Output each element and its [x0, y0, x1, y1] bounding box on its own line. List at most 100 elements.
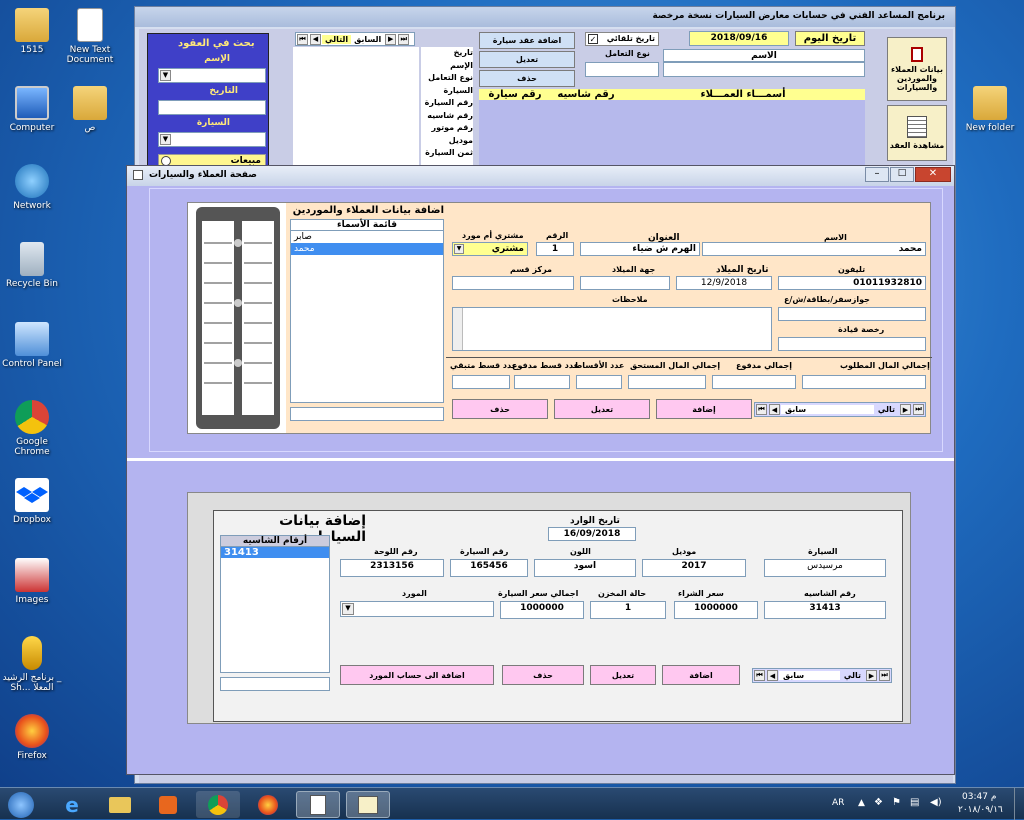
add-car-button[interactable]: اضافة — [662, 665, 740, 685]
desktop-icon-recycle-bin[interactable]: Recycle Bin — [0, 242, 64, 289]
chevron-down-icon[interactable]: ▼ — [160, 134, 171, 145]
car-field[interactable]: مرسيدس — [764, 559, 886, 577]
passport-field[interactable] — [778, 307, 926, 321]
arrival-date-field[interactable]: 16/09/2018 — [548, 527, 636, 541]
next-record-icon[interactable]: ▶ — [385, 33, 397, 45]
checkbox-checked-icon[interactable]: ✓ — [588, 34, 598, 44]
list-item-selected[interactable]: 31413 — [221, 547, 329, 558]
list-item-selected[interactable]: محمد — [291, 243, 443, 255]
car-no-field[interactable]: 165456 — [450, 559, 528, 577]
stock-status-field[interactable]: 1 — [590, 601, 666, 619]
edit-car-button[interactable]: تعديل — [590, 665, 656, 685]
police-station-field[interactable] — [452, 276, 574, 290]
last-record-icon[interactable]: ⏭ — [398, 33, 410, 45]
start-button[interactable] — [2, 791, 40, 818]
customer-search-field[interactable] — [290, 407, 444, 421]
first-record-icon[interactable]: ⏮ — [754, 670, 765, 681]
supplier-combobox[interactable]: ▼ — [340, 601, 494, 617]
chassis-field[interactable]: 31413 — [764, 601, 886, 619]
view-contracts-button[interactable]: مشاهدة العقد — [887, 105, 947, 161]
deal-type-field[interactable] — [585, 62, 659, 77]
list-item[interactable]: صابر — [291, 231, 443, 243]
model-field[interactable]: 2017 — [642, 559, 746, 577]
first-record-icon[interactable]: ⏮ — [297, 33, 308, 45]
clock-date[interactable]: ٢٠١٨/٠٩/١٦ — [958, 805, 1003, 815]
next-record-icon[interactable]: ▶ — [900, 404, 911, 415]
customer-names-list[interactable]: قائمة الأسماء صابر محمد — [290, 219, 444, 403]
taskbar-chrome[interactable] — [196, 791, 240, 818]
remaining-installments-field[interactable] — [452, 375, 510, 389]
next-record-icon[interactable]: ▶ — [866, 670, 877, 681]
language-indicator[interactable]: AR — [832, 798, 844, 808]
birth-date-field[interactable]: 12/9/2018 — [676, 276, 772, 290]
show-hidden-icons-icon[interactable]: ▲ — [858, 798, 865, 808]
prev-record-icon[interactable]: ◀ — [310, 33, 321, 45]
taskbar-notepad[interactable] — [296, 791, 340, 818]
taskbar-explorer[interactable] — [98, 791, 142, 818]
desktop-icon-new-folder[interactable]: New folder — [958, 86, 1022, 133]
taskbar-car-app[interactable] — [346, 791, 390, 818]
maximize-icon[interactable]: □ — [890, 167, 914, 182]
delete-customer-button[interactable]: حذف — [452, 399, 548, 419]
search-date-field[interactable] — [158, 100, 266, 115]
total-required-field[interactable] — [802, 375, 926, 389]
action-center-icon[interactable]: ⚑ — [892, 797, 901, 808]
contract-date-field[interactable]: 2018/09/16 — [689, 31, 789, 46]
desktop-icon-control-panel[interactable]: Control Panel — [0, 322, 64, 369]
notes-field[interactable] — [452, 307, 772, 351]
scrollbar[interactable] — [453, 308, 463, 350]
chassis-search-field[interactable] — [220, 677, 330, 691]
show-desktop-button[interactable] — [1014, 788, 1024, 820]
birth-place-field[interactable] — [580, 276, 670, 290]
address-field[interactable]: الهرم ش ضياء — [580, 242, 700, 256]
dropbox-tray-icon[interactable]: ❖ — [874, 797, 883, 808]
add-contract-button[interactable]: اضافة عقد سيارة — [479, 32, 575, 49]
desktop-icon-network[interactable]: Network — [0, 164, 64, 211]
customer-name-field[interactable]: محمد — [702, 242, 926, 256]
volume-icon[interactable]: ◀) — [930, 797, 942, 808]
taskbar-firefox[interactable] — [246, 791, 290, 818]
total-price-field[interactable]: 1000000 — [500, 601, 584, 619]
delete-contract-button[interactable]: حذف — [479, 70, 575, 87]
auto-date-checkbox-row[interactable]: ✓ تاريخ تلقائي — [585, 32, 659, 46]
desktop-icon-1515[interactable]: 1515 — [0, 8, 64, 55]
chevron-down-icon[interactable]: ▼ — [342, 603, 354, 615]
buyer-supplier-combobox[interactable]: ▼ مشتري — [452, 242, 528, 256]
desktop-icon-new-text-document[interactable]: New Text Document — [58, 8, 122, 65]
desktop-icon-sad[interactable]: ص — [58, 86, 122, 133]
minimize-icon[interactable]: – — [865, 167, 889, 182]
chassis-numbers-list[interactable]: أرقام الشاسيه 31413 — [220, 535, 330, 673]
plate-no-field[interactable]: 2313156 — [340, 559, 444, 577]
delete-car-button[interactable]: حذف — [502, 665, 584, 685]
prev-record-icon[interactable]: ◀ — [767, 670, 778, 681]
desktop-icon-firefox[interactable]: Firefox — [0, 714, 64, 761]
desktop-icon-google-chrome[interactable]: Google Chrome — [0, 400, 64, 457]
taskbar-media-player[interactable] — [146, 791, 190, 818]
desktop-icon-alrashid-shortcut[interactable]: برنامج الرشيد _ Sh... المعلا — [0, 636, 64, 693]
clock-time[interactable]: 03:47 م — [962, 792, 996, 802]
desktop-icon-dropbox[interactable]: Dropbox — [0, 478, 64, 525]
number-field[interactable]: 1 — [536, 242, 574, 256]
license-field[interactable] — [778, 337, 926, 351]
customer-name-field[interactable] — [663, 62, 865, 77]
buy-price-field[interactable]: 1000000 — [674, 601, 758, 619]
desktop-icon-images[interactable]: Images — [0, 558, 64, 605]
add-to-supplier-button[interactable]: اضافة الى حساب المورد — [340, 665, 494, 685]
paid-installments-field[interactable] — [514, 375, 570, 389]
customers-data-button[interactable]: بيانات العملاء والموردين والسيارات — [887, 37, 947, 101]
phone-field[interactable]: 01011932810 — [778, 276, 926, 290]
chevron-down-icon[interactable]: ▼ — [454, 244, 464, 254]
prev-record-icon[interactable]: ◀ — [769, 404, 780, 415]
last-record-icon[interactable]: ⏭ — [913, 404, 924, 415]
total-paid-field[interactable] — [712, 375, 796, 389]
last-record-icon[interactable]: ⏭ — [879, 670, 890, 681]
network-tray-icon[interactable]: ▤ — [910, 797, 919, 808]
first-record-icon[interactable]: ⏮ — [756, 404, 767, 415]
total-due-field[interactable] — [628, 375, 706, 389]
taskbar-ie[interactable]: e — [50, 791, 94, 818]
chevron-down-icon[interactable]: ▼ — [160, 70, 171, 81]
search-car-combobox[interactable]: ▼ — [158, 132, 266, 147]
search-name-combobox[interactable]: ▼ — [158, 68, 266, 83]
edit-customer-button[interactable]: تعديل — [554, 399, 650, 419]
installments-field[interactable] — [576, 375, 622, 389]
